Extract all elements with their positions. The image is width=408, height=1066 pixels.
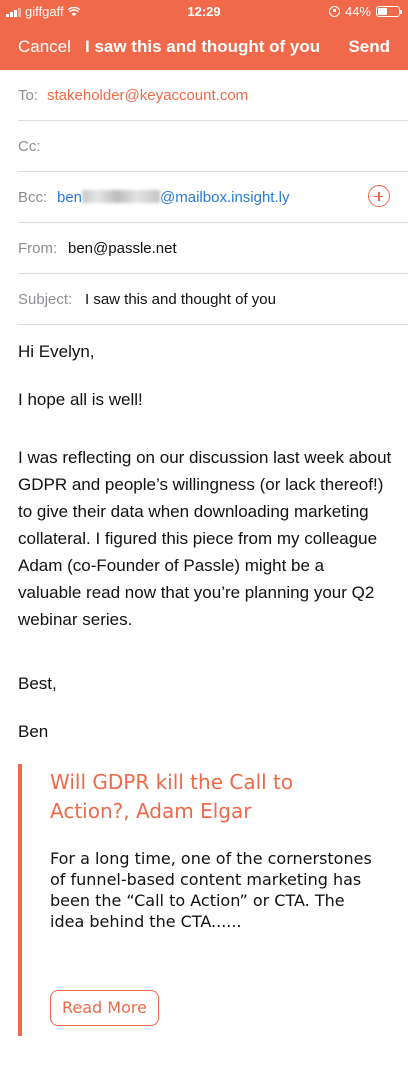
battery-percent: 44% (344, 4, 371, 19)
subject-label: Subject: (18, 291, 73, 308)
subject-value[interactable]: I saw this and thought of you (85, 291, 276, 308)
cc-field[interactable]: Cc: (18, 121, 408, 172)
body-line: I hope all is well! (18, 390, 143, 409)
bcc-recipient[interactable]: ben @mailbox.insight.ly (57, 189, 289, 206)
send-button[interactable]: Send (348, 37, 390, 57)
from-value[interactable]: ben@passle.net (68, 240, 177, 257)
subject-field[interactable]: Subject: I saw this and thought of you (18, 274, 408, 325)
body-paragraph: I was reflecting on our discussion last … (18, 448, 392, 629)
article-title[interactable]: Will GDPR kill the Call to Action?, Adam… (50, 768, 370, 826)
bcc-field[interactable]: Bcc: ben @mailbox.insight.ly (18, 172, 408, 223)
to-field[interactable]: To: stakeholder@keyaccount.com (18, 70, 408, 121)
status-bar: giffgaff 12:29 44% (0, 0, 408, 22)
article-quote: Will GDPR kill the Call to Action?, Adam… (18, 764, 388, 1036)
bcc-label: Bcc: (18, 189, 48, 206)
from-field[interactable]: From: ben@passle.net (18, 223, 408, 274)
to-recipient[interactable]: stakeholder@keyaccount.com (47, 87, 248, 104)
article-excerpt: For a long time, one of the cornerstones… (50, 849, 372, 931)
signature: Ben (18, 722, 49, 741)
cancel-button[interactable]: Cancel (18, 37, 71, 57)
page-title: I saw this and thought of you (85, 37, 321, 56)
rotation-lock-icon (328, 6, 340, 17)
add-contact-icon[interactable] (368, 185, 390, 207)
read-more-button[interactable]: Read More (50, 990, 159, 1026)
nav-bar: Cancel I saw this and thought of you Sen… (0, 32, 408, 62)
cc-label: Cc: (18, 138, 41, 155)
to-label: To: (18, 87, 39, 104)
bcc-prefix: ben (57, 189, 83, 206)
redacted-text (82, 190, 161, 203)
battery-icon (376, 6, 402, 17)
bcc-suffix: @mailbox.insight.ly (160, 189, 290, 206)
from-label: From: (18, 240, 58, 257)
greeting: Hi Evelyn, (18, 342, 95, 361)
header-bar: giffgaff 12:29 44% Cancel I saw this and… (0, 0, 408, 70)
signoff: Best, (18, 674, 57, 693)
